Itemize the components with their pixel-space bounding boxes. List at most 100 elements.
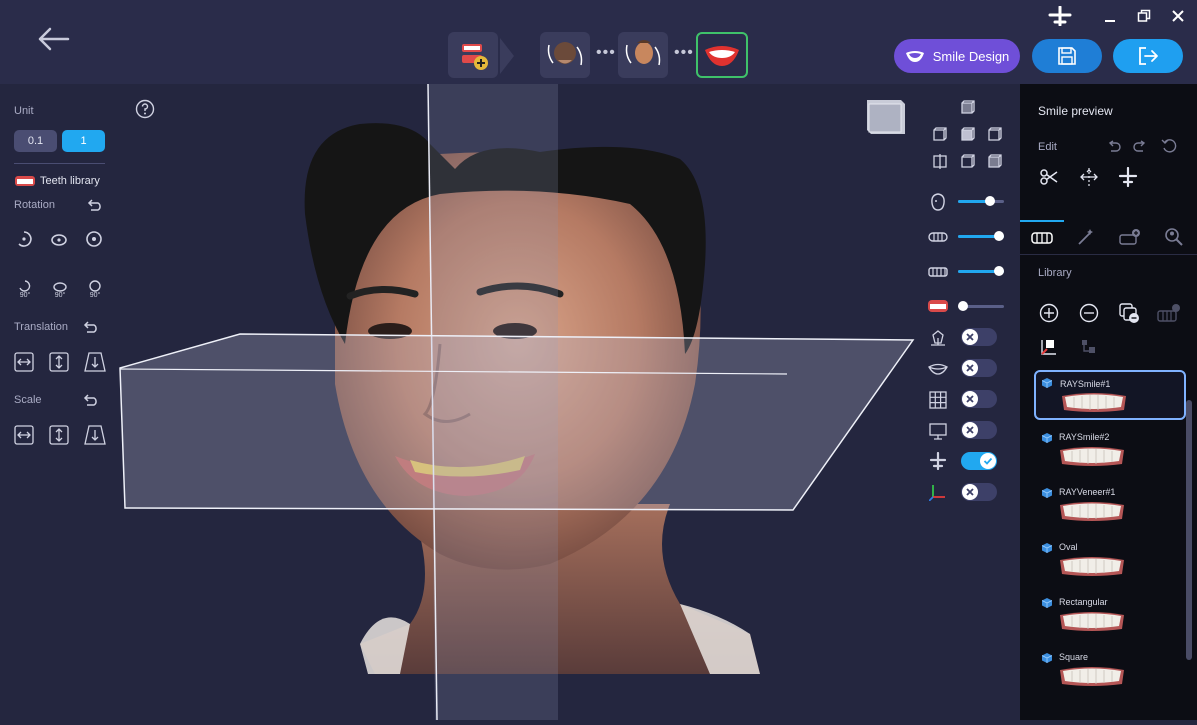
rotate-y-button[interactable]	[49, 229, 69, 249]
back-button[interactable]	[34, 24, 72, 54]
library-item-name: RAYSmile#2	[1059, 432, 1110, 442]
view-side-button[interactable]	[930, 151, 950, 171]
arrows-depth-icon	[84, 425, 106, 445]
rotate-z-button[interactable]	[84, 229, 104, 249]
left-toolbar: Unit 0.1 1 Teeth library Rotation 90° 90…	[0, 84, 110, 720]
translation-reset-icon[interactable]	[82, 320, 100, 334]
edit-label: Edit	[1038, 141, 1057, 153]
step-add-teeth[interactable]	[448, 32, 498, 78]
rotate-x-button[interactable]	[14, 229, 34, 249]
cube-icon	[961, 154, 975, 168]
plane-toggle[interactable]	[961, 452, 997, 470]
tab-edit-tools[interactable]	[1064, 220, 1108, 254]
help-button[interactable]	[135, 99, 155, 119]
rotate-y-90-button[interactable]: 90°	[49, 278, 71, 300]
view-bottom-button[interactable]	[985, 151, 1005, 171]
lower-teeth-slider[interactable]	[958, 266, 1004, 276]
tab-add-teeth[interactable]	[1108, 220, 1152, 254]
step-face-rotate-2[interactable]	[618, 32, 668, 78]
library-item-square[interactable]: Square	[1034, 645, 1182, 691]
translate-y-button[interactable]	[49, 352, 69, 372]
lips-toggle[interactable]	[961, 359, 997, 377]
axes-toggle[interactable]	[961, 483, 997, 501]
tab-inspect[interactable]	[1152, 220, 1196, 254]
smile-design-button[interactable]: Smile Design	[894, 39, 1020, 73]
library-item-oval[interactable]: Oval	[1034, 535, 1182, 581]
rotate-90-icon	[89, 279, 101, 292]
x-mark-icon	[966, 488, 974, 496]
view-right-button[interactable]	[985, 124, 1005, 144]
arrange-teeth-button[interactable]	[1078, 336, 1100, 358]
restore-icon	[1137, 9, 1151, 22]
minus-circle-icon	[1079, 303, 1099, 323]
library-item-rectangular[interactable]: Rectangular	[1034, 590, 1182, 636]
step-face-rotate-1[interactable]	[540, 32, 590, 78]
smile-design-label: Smile Design	[932, 48, 1010, 64]
scale-y-button[interactable]	[49, 425, 69, 445]
pick-tooth-button[interactable]	[1038, 336, 1060, 358]
translate-z-button[interactable]	[84, 352, 106, 372]
view-left-button[interactable]	[930, 124, 950, 144]
library-item-raysmile-1[interactable]: RAYSmile#1	[1034, 370, 1186, 420]
remove-set-button[interactable]	[1117, 301, 1141, 325]
reset-button[interactable]	[1160, 139, 1180, 153]
undo-button[interactable]	[1106, 139, 1122, 153]
grid-icon	[928, 390, 948, 410]
view-front-button[interactable]	[958, 124, 978, 144]
smile-teeth-slider[interactable]	[958, 301, 1004, 311]
cut-button[interactable]	[1038, 166, 1060, 188]
upper-teeth-slider[interactable]	[958, 231, 1004, 241]
library-scrollbar[interactable]	[1186, 400, 1192, 660]
minimize-button[interactable]	[1100, 6, 1120, 26]
align-plane-button[interactable]	[1117, 166, 1139, 188]
grid-toggle[interactable]	[961, 390, 997, 408]
help-icon	[135, 99, 155, 119]
reset-icon	[1161, 139, 1177, 153]
scissors-icon	[1040, 169, 1058, 185]
pin-button[interactable]	[1046, 6, 1074, 26]
rotate-z-90-button[interactable]: 90°	[84, 278, 106, 300]
exit-icon	[1139, 47, 1158, 65]
midline-button[interactable]	[1078, 166, 1100, 188]
scale-x-button[interactable]	[14, 425, 34, 445]
step-smile[interactable]	[696, 32, 748, 78]
unit-option-0-1[interactable]: 0.1	[14, 130, 57, 152]
scale-z-button[interactable]	[84, 425, 106, 445]
close-button[interactable]	[1168, 6, 1188, 26]
midline-arrows-icon	[1080, 168, 1098, 186]
export-button[interactable]	[1113, 39, 1183, 73]
redo-button[interactable]	[1132, 139, 1148, 153]
teeth-library-label[interactable]: Teeth library	[40, 175, 100, 187]
face-opacity-slider[interactable]	[958, 196, 1004, 206]
airplane-icon	[1048, 6, 1072, 26]
smile-preview-label[interactable]: Smile preview	[1038, 104, 1113, 118]
3d-viewport[interactable]	[110, 83, 1020, 721]
monitor-toggle[interactable]	[961, 421, 997, 439]
skeleton-toggle[interactable]	[961, 328, 997, 346]
teeth-thumbnail-icon	[1060, 557, 1124, 576]
library-item-raysmile-2[interactable]: RAYSmile#2	[1034, 425, 1182, 471]
view-cube[interactable]	[861, 96, 907, 136]
view-back-button[interactable]	[958, 151, 978, 171]
save-button[interactable]	[1032, 39, 1102, 73]
rotate-x-90-button[interactable]: 90°	[14, 278, 36, 300]
scale-label: Scale	[14, 394, 42, 406]
add-tooth-set-button[interactable]	[1156, 301, 1182, 325]
unit-option-1[interactable]: 1	[62, 130, 105, 152]
arrows-depth-icon	[84, 352, 106, 372]
library-item-rayveneer-1[interactable]: RAYVeneer#1	[1034, 480, 1182, 526]
view-top-button[interactable]	[958, 97, 978, 117]
scale-reset-icon[interactable]	[82, 393, 100, 407]
translate-x-button[interactable]	[14, 352, 34, 372]
remove-tooth-button[interactable]	[1078, 302, 1100, 324]
smile-teeth-icon	[927, 296, 949, 316]
x-mark-icon	[966, 395, 974, 403]
rotation-reset-icon[interactable]	[86, 198, 104, 212]
x-mark-icon	[966, 426, 974, 434]
restore-button[interactable]	[1134, 6, 1154, 26]
monitor-icon	[928, 421, 948, 441]
close-icon	[1172, 10, 1184, 22]
face-opacity-icon	[928, 192, 948, 212]
tab-library[interactable]	[1020, 220, 1064, 254]
add-tooth-button[interactable]	[1038, 302, 1060, 324]
